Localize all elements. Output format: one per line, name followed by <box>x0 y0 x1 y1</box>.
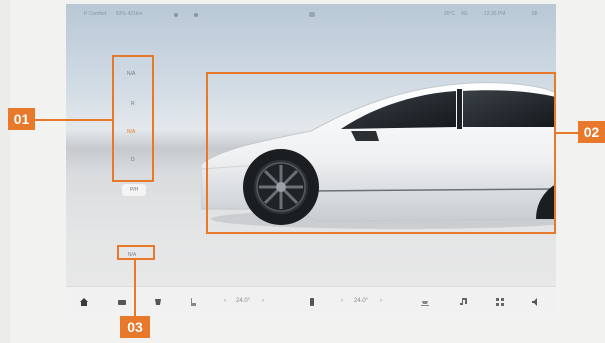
range-status: 83% 421km <box>116 11 143 17</box>
outside-temp: 28°C <box>444 11 456 17</box>
defrost-icon[interactable] <box>421 298 429 306</box>
callout-box-03 <box>117 245 155 260</box>
callout-line-03 <box>134 260 136 316</box>
driver-temp-increase[interactable]: › <box>262 298 264 304</box>
apps-icon[interactable] <box>496 298 504 306</box>
volume-icon[interactable] <box>532 298 540 306</box>
callout-box-02 <box>206 72 556 234</box>
passenger-temp-increase[interactable]: › <box>380 298 382 304</box>
profile-icon[interactable] <box>309 12 315 17</box>
gear-status: P Comfort <box>84 11 107 17</box>
car-icon[interactable] <box>118 298 126 306</box>
callout-label-02: 02 <box>578 121 605 143</box>
driver-temp-decrease[interactable]: ‹ <box>224 298 226 304</box>
callout-label-03: 03 <box>120 316 150 338</box>
callout-box-01 <box>112 55 154 182</box>
passenger-temp: 24.0° <box>354 298 369 304</box>
music-icon[interactable] <box>459 298 467 306</box>
park-hold-button[interactable]: P/H <box>122 184 146 196</box>
driver-temp: 24.0° <box>236 298 251 304</box>
seat-icon[interactable] <box>189 298 197 306</box>
home-icon[interactable] <box>80 298 88 306</box>
bluetooth-icon <box>194 13 198 17</box>
signal-status: 4G <box>461 11 468 17</box>
clock: 12:30 PM <box>484 11 506 17</box>
battery-status: 88 <box>532 11 538 17</box>
status-bar: P Comfort 83% 421km 28°C 4G 12:30 PM 88 <box>66 4 556 26</box>
callout-label-01: 01 <box>8 108 35 130</box>
bottom-dock: ‹ 24.0° › ‹ 24.0° › <box>66 286 556 318</box>
wifi-icon <box>174 13 178 17</box>
passenger-temp-decrease[interactable]: ‹ <box>341 298 343 304</box>
seat-heat-icon[interactable] <box>154 298 162 306</box>
fan-icon[interactable] <box>308 298 316 306</box>
callout-line-02 <box>556 132 578 134</box>
callout-line-01 <box>34 119 112 121</box>
